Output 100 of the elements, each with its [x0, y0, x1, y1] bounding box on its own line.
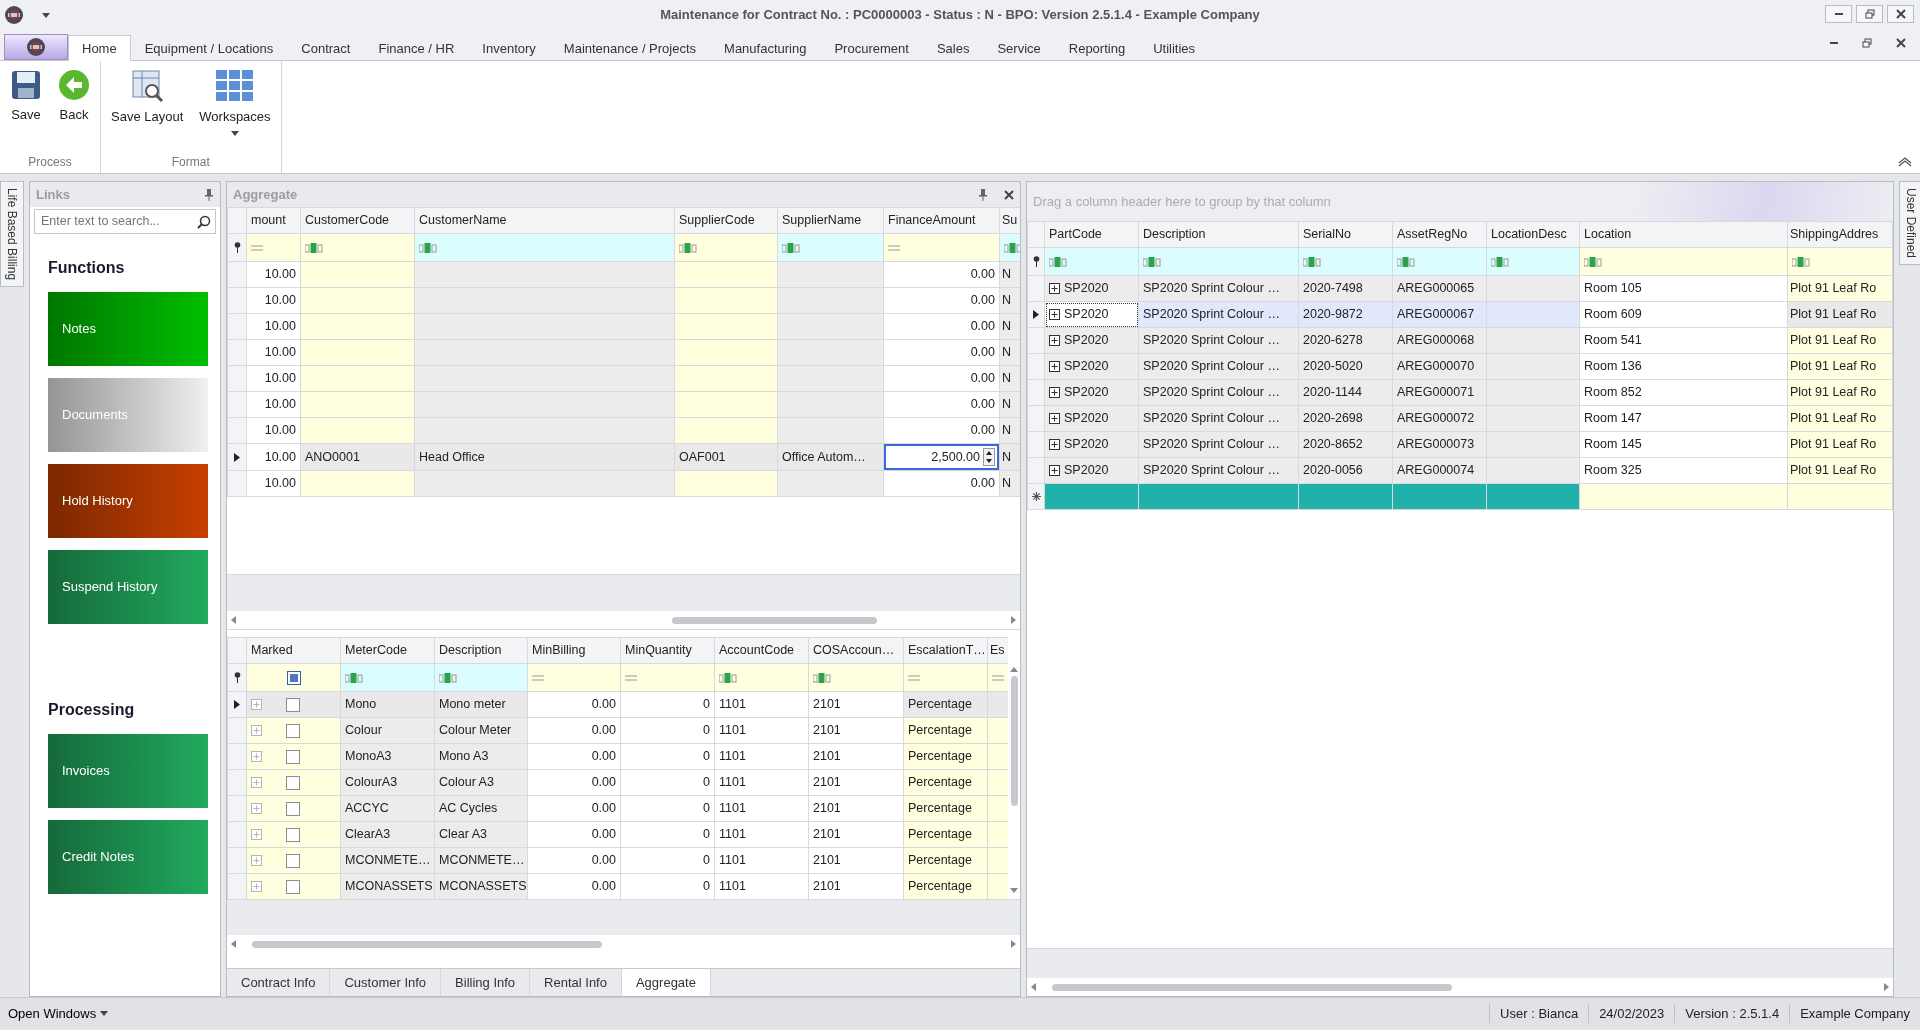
- filter-cell[interactable]: [714, 663, 809, 692]
- column-header[interactable]: MinBilling: [527, 637, 621, 664]
- minimize-button[interactable]: [1825, 5, 1852, 23]
- column-header[interactable]: MeterCode: [340, 637, 435, 664]
- link-tile[interactable]: Suspend History: [48, 550, 208, 624]
- scroll-arrow-icon[interactable]: [1010, 667, 1019, 672]
- filter-cell[interactable]: [903, 663, 988, 692]
- expand-icon[interactable]: [1049, 439, 1060, 450]
- ribbon-button[interactable]: Save: [4, 67, 48, 151]
- expand-icon[interactable]: [1049, 283, 1060, 294]
- ribbon-tab[interactable]: Utilities: [1139, 35, 1210, 61]
- link-tile[interactable]: Invoices: [48, 734, 208, 808]
- checkbox[interactable]: [286, 749, 300, 764]
- ribbon-tab[interactable]: Home: [68, 35, 131, 61]
- ribbon-button[interactable]: Back: [52, 67, 96, 151]
- expand-icon[interactable]: [1049, 413, 1060, 424]
- filter-cell[interactable]: [1138, 247, 1299, 276]
- panel-tab[interactable]: Contract Info: [227, 969, 331, 996]
- column-header[interactable]: CustomerCode: [300, 207, 415, 234]
- link-tile[interactable]: Credit Notes: [48, 820, 208, 894]
- filter-cell[interactable]: [527, 663, 621, 692]
- panel-tab[interactable]: Aggregate: [621, 969, 711, 996]
- filter-cell[interactable]: [674, 233, 778, 262]
- ribbon-tab[interactable]: Finance / HR: [364, 35, 469, 61]
- number-spin-field[interactable]: 2,500.00: [884, 444, 999, 470]
- panel-tab[interactable]: Billing Info: [441, 969, 531, 996]
- expand-icon[interactable]: [1049, 361, 1060, 372]
- ribbon-button[interactable]: Save Layout: [105, 67, 190, 151]
- link-tile[interactable]: Notes: [48, 292, 208, 366]
- filter-cell[interactable]: [340, 663, 435, 692]
- column-header[interactable]: AssetRegNo: [1392, 221, 1487, 248]
- checkbox[interactable]: [286, 723, 300, 738]
- checkbox[interactable]: [286, 879, 300, 894]
- column-header[interactable]: SupplierCode: [674, 207, 778, 234]
- column-header[interactable]: Location: [1579, 221, 1788, 248]
- checkbox[interactable]: [286, 853, 300, 868]
- expand-icon[interactable]: [1049, 335, 1060, 346]
- column-header[interactable]: ShippingAddres: [1787, 221, 1893, 248]
- link-tile[interactable]: Hold History: [48, 464, 208, 538]
- scroll-arrow-icon[interactable]: [231, 616, 236, 624]
- column-header[interactable]: Marked: [246, 637, 341, 664]
- row-indicator[interactable]: [1027, 301, 1045, 328]
- ribbon-tab[interactable]: Procurement: [820, 35, 923, 61]
- expand-icon[interactable]: [1049, 465, 1060, 476]
- app-menu-button[interactable]: [4, 34, 68, 60]
- column-header[interactable]: Es: [987, 637, 1009, 664]
- filter-cell[interactable]: [620, 663, 715, 692]
- filter-cell[interactable]: [300, 233, 415, 262]
- filter-cell[interactable]: [1298, 247, 1393, 276]
- filter-cell[interactable]: [414, 233, 675, 262]
- filter-cell[interactable]: [808, 663, 904, 692]
- column-header[interactable]: mount: [246, 207, 301, 234]
- filter-cell[interactable]: [883, 233, 1000, 262]
- filter-cell[interactable]: [1579, 247, 1788, 276]
- column-header[interactable]: CustomerName: [414, 207, 675, 234]
- search-field[interactable]: Enter text to search...: [34, 209, 216, 234]
- open-windows-menu[interactable]: Open Windows: [0, 1002, 117, 1025]
- filter-cell[interactable]: [1044, 247, 1139, 276]
- filter-cell[interactable]: [246, 663, 341, 692]
- row-indicator[interactable]: [227, 691, 247, 718]
- scroll-arrow-icon[interactable]: [1010, 888, 1019, 893]
- ribbon-tab[interactable]: Contract: [287, 35, 365, 61]
- ribbon-tab[interactable]: Reporting: [1054, 35, 1140, 61]
- column-header[interactable]: FinanceAmount: [883, 207, 1000, 234]
- collapse-ribbon-icon[interactable]: [1898, 157, 1912, 167]
- side-tab[interactable]: Life Based Billing: [0, 181, 24, 288]
- scroll-arrow-icon[interactable]: [1884, 983, 1889, 991]
- checkbox[interactable]: [286, 827, 300, 842]
- column-header[interactable]: PartCode: [1044, 221, 1139, 248]
- column-header[interactable]: EscalationT…: [903, 637, 988, 664]
- pin-icon[interactable]: [204, 188, 214, 201]
- side-tab[interactable]: User Defined: [1899, 181, 1920, 266]
- ribbon-tab[interactable]: Service: [983, 35, 1055, 61]
- panel-tab[interactable]: Customer Info: [330, 969, 442, 996]
- column-header[interactable]: SupplierName: [777, 207, 884, 234]
- scroll-arrow-icon[interactable]: [1011, 616, 1016, 624]
- ribbon-button[interactable]: Workspaces: [193, 67, 277, 151]
- expand-icon[interactable]: [1049, 309, 1060, 320]
- column-header[interactable]: AccountCode: [714, 637, 809, 664]
- checkbox[interactable]: [286, 775, 300, 790]
- column-header[interactable]: Su: [999, 207, 1020, 234]
- column-header[interactable]: Description: [434, 637, 528, 664]
- row-indicator[interactable]: [1027, 483, 1045, 510]
- row-indicator[interactable]: [227, 443, 247, 471]
- checkbox[interactable]: [286, 697, 300, 712]
- restore-button[interactable]: [1856, 5, 1883, 23]
- column-header[interactable]: Description: [1138, 221, 1299, 248]
- pin-icon[interactable]: [978, 188, 988, 201]
- expand-icon[interactable]: [1049, 387, 1060, 398]
- ribbon-tab[interactable]: Inventory: [468, 35, 550, 61]
- filter-cell[interactable]: [434, 663, 528, 692]
- scroll-arrow-icon[interactable]: [1031, 983, 1036, 991]
- filter-cell[interactable]: [1392, 247, 1487, 276]
- column-header[interactable]: LocationDesc: [1486, 221, 1580, 248]
- spin-arrows-icon[interactable]: [983, 448, 995, 466]
- filter-cell[interactable]: [777, 233, 884, 262]
- ribbon-tab[interactable]: Sales: [922, 35, 984, 61]
- close-button[interactable]: [1887, 5, 1914, 23]
- column-header[interactable]: SerialNo: [1298, 221, 1393, 248]
- ribbon-tab[interactable]: Maintenance / Projects: [549, 35, 711, 61]
